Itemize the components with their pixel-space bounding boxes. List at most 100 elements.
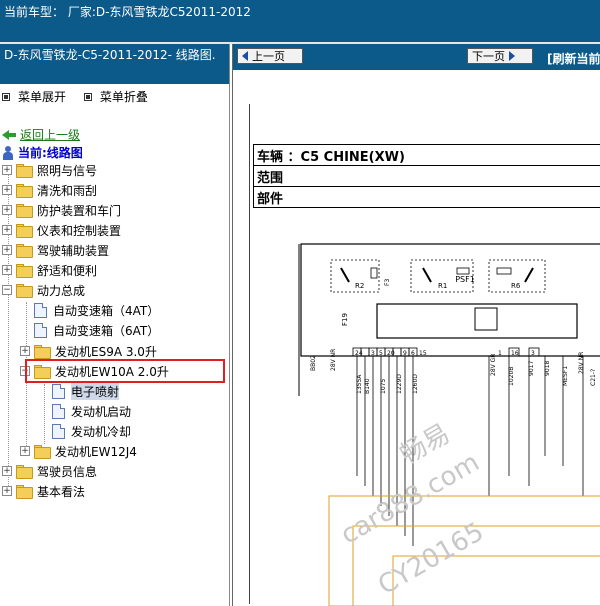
tree-item-label: 发动机启动 <box>71 404 132 419</box>
folder-icon <box>16 224 33 238</box>
info-vehicle: 车辆 ：C5 CHINE(XW) <box>253 144 600 166</box>
current-location-label: 当前:线路图 <box>18 146 83 160</box>
left-panel-title: D-东风雪铁龙-C5-2011-2012- 线路图. <box>0 44 229 84</box>
tree-item-label: 清洗和雨刮 <box>37 183 98 198</box>
fuse-label-f3: F3 <box>384 279 391 286</box>
tree-item-label: 仪表和控制装置 <box>37 223 122 238</box>
expand-toggle-icon[interactable]: + <box>2 205 12 215</box>
folder-icon <box>16 164 33 178</box>
tree-item-label: 发动机EW12J4 <box>55 444 137 459</box>
svg-text:9017: 9017 <box>528 361 535 376</box>
tree-item-auto-6at[interactable]: 自动变速箱（6AT） <box>34 320 159 340</box>
tree-item-label: 基本看法 <box>37 484 86 499</box>
document-icon <box>52 383 65 399</box>
menu-collapse-button[interactable]: 菜单折叠 <box>83 88 148 105</box>
document-icon <box>52 403 65 419</box>
expand-toggle-icon[interactable]: + <box>2 245 12 255</box>
page-nav-bar: 上一页 下一页 [刷新当前 <box>233 44 600 70</box>
tree-item-label: 驾驶员信息 <box>37 464 98 479</box>
refresh-link[interactable]: [刷新当前 <box>547 50 600 67</box>
tree-item-driver-assist[interactable]: + 驾驶辅助装置 <box>2 240 109 260</box>
svg-text:9: 9 <box>403 350 407 357</box>
tree-item-label: 电子喷射 <box>71 382 120 400</box>
relay-r6: R6 <box>488 259 546 293</box>
svg-text:28V NR: 28V NR <box>578 352 585 374</box>
menu-toolbar: 菜单展开 菜单折叠 <box>0 88 160 105</box>
tree-item-basics[interactable]: + 基本看法 <box>2 481 85 501</box>
svg-text:20: 20 <box>387 350 395 357</box>
tree-item-driver-info[interactable]: + 驾驶员信息 <box>2 461 97 481</box>
svg-text:9018: 9018 <box>544 361 551 376</box>
expand-toggle-icon[interactable]: + <box>2 265 12 275</box>
expand-toggle-icon[interactable]: + <box>2 486 12 496</box>
relay-label-r6: R6 <box>511 282 521 290</box>
svg-text:28V NR: 28V NR <box>330 349 337 371</box>
tree-item-engine-ew12j4[interactable]: + 发动机EW12J4 <box>20 441 137 461</box>
back-arrow-icon <box>2 129 16 140</box>
document-icon <box>52 423 65 439</box>
expand-toggle-icon[interactable]: + <box>20 446 30 456</box>
menu-expand-button[interactable]: 菜单展开 <box>2 88 66 105</box>
document-icon <box>34 302 47 318</box>
next-page-button[interactable]: 下一页 <box>467 48 533 64</box>
svg-text:3: 3 <box>371 350 375 357</box>
current-location: 当前:线路图 <box>2 144 83 161</box>
tree-item-instruments[interactable]: + 仪表和控制装置 <box>2 220 121 240</box>
svg-text:5: 5 <box>379 350 383 357</box>
svg-text:6: 6 <box>411 350 415 357</box>
svg-text:28V GR: 28V GR <box>490 354 497 376</box>
collapse-icon <box>83 92 92 101</box>
tree-item-label: 驾驶辅助装置 <box>37 243 110 258</box>
svg-text:1355A: 1355A <box>356 374 363 394</box>
info-range-label: 范围 <box>253 165 600 187</box>
folder-icon <box>16 184 33 198</box>
prev-page-label: 上一页 <box>252 50 285 63</box>
wiring-diagram: PSF1 R2 R1 R6 F3 F19 24 3 5 20 9 6 15 1 … <box>298 243 600 606</box>
svg-text:1075: 1075 <box>380 379 387 394</box>
arrow-left-icon <box>242 51 248 61</box>
top-bar: 当前车型： 厂家:D-东风雪铁龙C52011-2012 <box>0 0 600 42</box>
tree-item-label: 自动变速箱（6AT） <box>53 323 160 338</box>
prev-page-button[interactable]: 上一页 <box>237 48 303 64</box>
tree-item-comfort[interactable]: + 舒适和便利 <box>2 260 97 280</box>
svg-text:C21-?: C21-? <box>590 369 597 386</box>
tree-item-label: 动力总成 <box>37 283 86 298</box>
folder-icon <box>34 445 51 459</box>
fuse-label-f19: F19 <box>341 313 349 326</box>
tree-item-electronic-injection[interactable]: 电子喷射 <box>52 381 120 401</box>
tree-item-engine-start[interactable]: 发动机启动 <box>52 401 131 421</box>
tree-item-label: 照明与信号 <box>37 163 98 178</box>
tree-item-powertrain[interactable]: − 动力总成 <box>2 280 85 300</box>
info-vehicle-label: 车辆 <box>257 149 284 165</box>
tree-item-auto-4at[interactable]: 自动变速箱（4AT） <box>34 300 159 320</box>
tree-item-doors[interactable]: + 防护装置和车门 <box>2 200 121 220</box>
relay-r2: R2 <box>330 259 380 293</box>
expand-toggle-icon[interactable]: + <box>20 346 30 356</box>
svg-text:16: 16 <box>511 350 519 357</box>
module-label: PSF1 <box>455 275 475 284</box>
back-link-label: 返回上一级 <box>20 128 81 142</box>
vehicle-value: 厂家:D-东风雪铁龙C52011-2012 <box>67 5 251 19</box>
relay-label-r1: R1 <box>438 282 447 290</box>
tree-item-lighting[interactable]: + 照明与信号 <box>2 160 97 180</box>
collapse-toggle-icon[interactable]: − <box>2 285 12 295</box>
folder-icon <box>16 204 33 218</box>
vehicle-label: 当前车型： <box>4 5 65 19</box>
tree-item-engine-cooling[interactable]: 发动机冷却 <box>52 421 131 441</box>
menu-expand-label: 菜单展开 <box>18 90 67 104</box>
tree-item-label: 自动变速箱（4AT） <box>53 303 160 318</box>
svg-text:1260D: 1260D <box>412 374 419 394</box>
expand-toggle-icon[interactable]: + <box>2 225 12 235</box>
left-panel: D-东风雪铁龙-C5-2011-2012- 线路图. 菜单展开 菜单折叠 返回上… <box>0 44 230 606</box>
tree-item-label: 防护装置和车门 <box>37 203 122 218</box>
expand-toggle-icon[interactable]: + <box>2 466 12 476</box>
document-icon <box>34 322 47 338</box>
tree-item-engine-es9a[interactable]: + 发动机ES9A 3.0升 <box>20 341 157 361</box>
folder-icon <box>16 244 33 258</box>
back-link[interactable]: 返回上一级 <box>2 126 80 143</box>
folder-open-icon <box>16 284 33 298</box>
tree-item-wipers[interactable]: + 清洗和雨刮 <box>2 180 97 200</box>
expand-toggle-icon[interactable]: + <box>2 165 12 175</box>
folder-icon <box>16 264 33 278</box>
expand-toggle-icon[interactable]: + <box>2 185 12 195</box>
